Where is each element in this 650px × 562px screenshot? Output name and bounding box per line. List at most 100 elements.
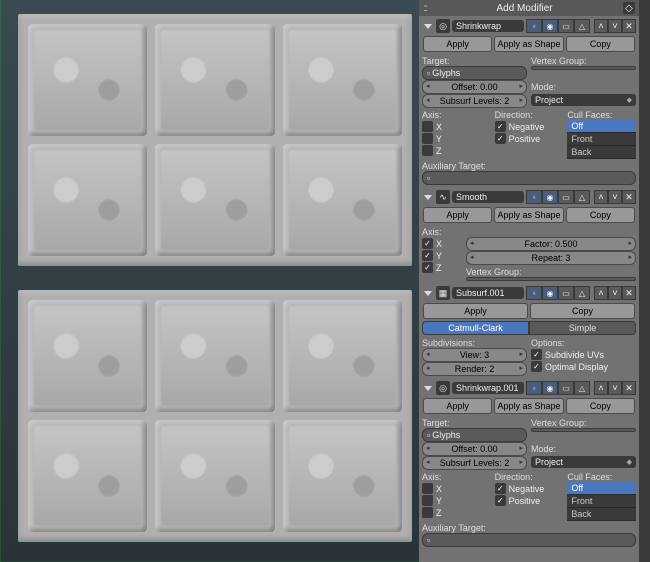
axis-x-checkbox[interactable]: X: [422, 238, 462, 249]
aux-target-field[interactable]: ▫: [422, 171, 636, 185]
subsurf-type-enum[interactable]: Catmull-Clark Simple: [422, 321, 636, 335]
cull-label: Cull Faces:: [567, 110, 636, 120]
cull-back[interactable]: Back: [567, 146, 636, 159]
realtime-toggle-icon[interactable]: ◉: [542, 381, 558, 395]
panel-menu-icon[interactable]: ◇: [623, 2, 635, 14]
axis-y-checkbox[interactable]: Y: [422, 133, 491, 144]
cull-front[interactable]: Front: [567, 133, 636, 146]
catmull-clark-option[interactable]: Catmull-Clark: [422, 321, 529, 335]
move-up-icon[interactable]: ˄: [594, 381, 608, 395]
modifier-icon: ◎: [436, 19, 450, 33]
viewport-3d[interactable]: [0, 0, 419, 562]
axis-y-checkbox[interactable]: Y: [422, 495, 491, 506]
axis-y-checkbox[interactable]: Y: [422, 250, 462, 261]
apply-shape-button[interactable]: Apply as Shape: [494, 36, 563, 52]
apply-shape-button[interactable]: Apply as Shape: [494, 207, 563, 223]
cull-list[interactable]: Off Front Back: [567, 482, 636, 521]
copy-button[interactable]: Copy: [530, 303, 635, 319]
modifier-name-field[interactable]: Shrinkwrap: [452, 20, 524, 32]
realtime-toggle-icon[interactable]: ◉: [542, 190, 558, 204]
delete-icon[interactable]: ✕: [622, 19, 636, 33]
axis-z-checkbox[interactable]: Z: [422, 262, 462, 273]
aux-target-field[interactable]: ▫: [422, 533, 636, 547]
cull-back[interactable]: Back: [567, 508, 636, 521]
axis-z-checkbox[interactable]: Z: [422, 145, 491, 156]
axis-label: Axis:: [422, 227, 462, 237]
realtime-toggle-icon[interactable]: ◉: [542, 286, 558, 300]
expand-toggle-icon[interactable]: [424, 24, 432, 29]
cage-toggle-icon[interactable]: △: [574, 19, 590, 33]
move-down-icon[interactable]: ˅: [608, 381, 622, 395]
axis-x-checkbox[interactable]: X: [422, 121, 491, 132]
move-down-icon[interactable]: ˅: [608, 19, 622, 33]
modifier-name-field[interactable]: Smooth: [452, 191, 524, 203]
positive-checkbox[interactable]: Positive: [495, 495, 564, 506]
move-up-icon[interactable]: ˄: [594, 286, 608, 300]
modifier-name-field[interactable]: Subsurf.001: [452, 287, 524, 299]
subdivide-uv-checkbox[interactable]: Subdivide UVs: [531, 349, 636, 360]
cull-off[interactable]: Off: [567, 120, 636, 133]
cull-list[interactable]: Off Front Back: [567, 120, 636, 159]
simple-option[interactable]: Simple: [529, 321, 636, 335]
editmode-toggle-icon[interactable]: ▭: [558, 190, 574, 204]
expand-toggle-icon[interactable]: [424, 291, 432, 296]
delete-icon[interactable]: ✕: [622, 286, 636, 300]
cage-toggle-icon[interactable]: △: [574, 190, 590, 204]
delete-icon[interactable]: ✕: [622, 190, 636, 204]
panel-scrollbar[interactable]: [639, 0, 650, 562]
factor-spinner[interactable]: Factor: 0.500: [466, 237, 636, 251]
axis-x-checkbox[interactable]: X: [422, 483, 491, 494]
expand-toggle-icon[interactable]: [424, 195, 432, 200]
grip-icon[interactable]: ::::: [423, 3, 426, 14]
editmode-toggle-icon[interactable]: ▭: [558, 286, 574, 300]
vertex-group-field[interactable]: [531, 428, 636, 432]
modifier-name-field[interactable]: Shrinkwrap.001: [452, 382, 524, 394]
repeat-spinner[interactable]: Repeat: 3: [466, 251, 636, 265]
copy-button[interactable]: Copy: [566, 36, 635, 52]
editmode-toggle-icon[interactable]: ▭: [558, 381, 574, 395]
apply-button[interactable]: Apply: [423, 207, 492, 223]
move-up-icon[interactable]: ˄: [594, 190, 608, 204]
copy-button[interactable]: Copy: [566, 207, 635, 223]
render-toggle-icon[interactable]: ▫: [526, 286, 542, 300]
apply-button[interactable]: Apply: [423, 303, 528, 319]
editmode-toggle-icon[interactable]: ▭: [558, 19, 574, 33]
mode-label: Mode:: [531, 82, 636, 92]
optimal-display-checkbox[interactable]: Optimal Display: [531, 361, 636, 372]
target-field[interactable]: ▫Glyphs: [422, 428, 527, 442]
target-field[interactable]: ▫Glyphs: [422, 66, 527, 80]
move-down-icon[interactable]: ˅: [608, 190, 622, 204]
vertex-group-field[interactable]: [531, 66, 636, 70]
render-toggle-icon[interactable]: ▫: [526, 190, 542, 204]
apply-button[interactable]: Apply: [423, 36, 492, 52]
apply-button[interactable]: Apply: [423, 398, 492, 414]
copy-button[interactable]: Copy: [566, 398, 635, 414]
offset-spinner[interactable]: Offset: 0.00: [422, 442, 527, 456]
positive-checkbox[interactable]: Positive: [495, 133, 564, 144]
negative-checkbox[interactable]: Negative: [495, 121, 564, 132]
mode-dropdown[interactable]: Project◆: [531, 94, 636, 106]
expand-toggle-icon[interactable]: [424, 386, 432, 391]
cage-toggle-icon[interactable]: △: [574, 381, 590, 395]
move-up-icon[interactable]: ˄: [594, 19, 608, 33]
cull-front[interactable]: Front: [567, 495, 636, 508]
realtime-toggle-icon[interactable]: ◉: [542, 19, 558, 33]
render-toggle-icon[interactable]: ▫: [526, 19, 542, 33]
offset-spinner[interactable]: Offset: 0.00: [422, 80, 527, 94]
sslevels-spinner[interactable]: Subsurf Levels: 2: [422, 94, 527, 108]
render-spinner[interactable]: Render: 2: [422, 362, 527, 376]
view-spinner[interactable]: View: 3: [422, 348, 527, 362]
cull-off[interactable]: Off: [567, 482, 636, 495]
sslevels-spinner[interactable]: Subsurf Levels: 2: [422, 456, 527, 470]
cage-toggle-icon[interactable]: △: [574, 286, 590, 300]
vertex-group-field[interactable]: [466, 277, 636, 281]
axis-z-checkbox[interactable]: Z: [422, 507, 491, 518]
add-modifier-menu[interactable]: Add Modifier: [496, 3, 552, 14]
mode-dropdown[interactable]: Project◆: [531, 456, 636, 468]
move-down-icon[interactable]: ˅: [608, 286, 622, 300]
render-toggle-icon[interactable]: ▫: [526, 381, 542, 395]
mode-label: Mode:: [531, 444, 636, 454]
negative-checkbox[interactable]: Negative: [495, 483, 564, 494]
apply-shape-button[interactable]: Apply as Shape: [494, 398, 563, 414]
delete-icon[interactable]: ✕: [622, 381, 636, 395]
